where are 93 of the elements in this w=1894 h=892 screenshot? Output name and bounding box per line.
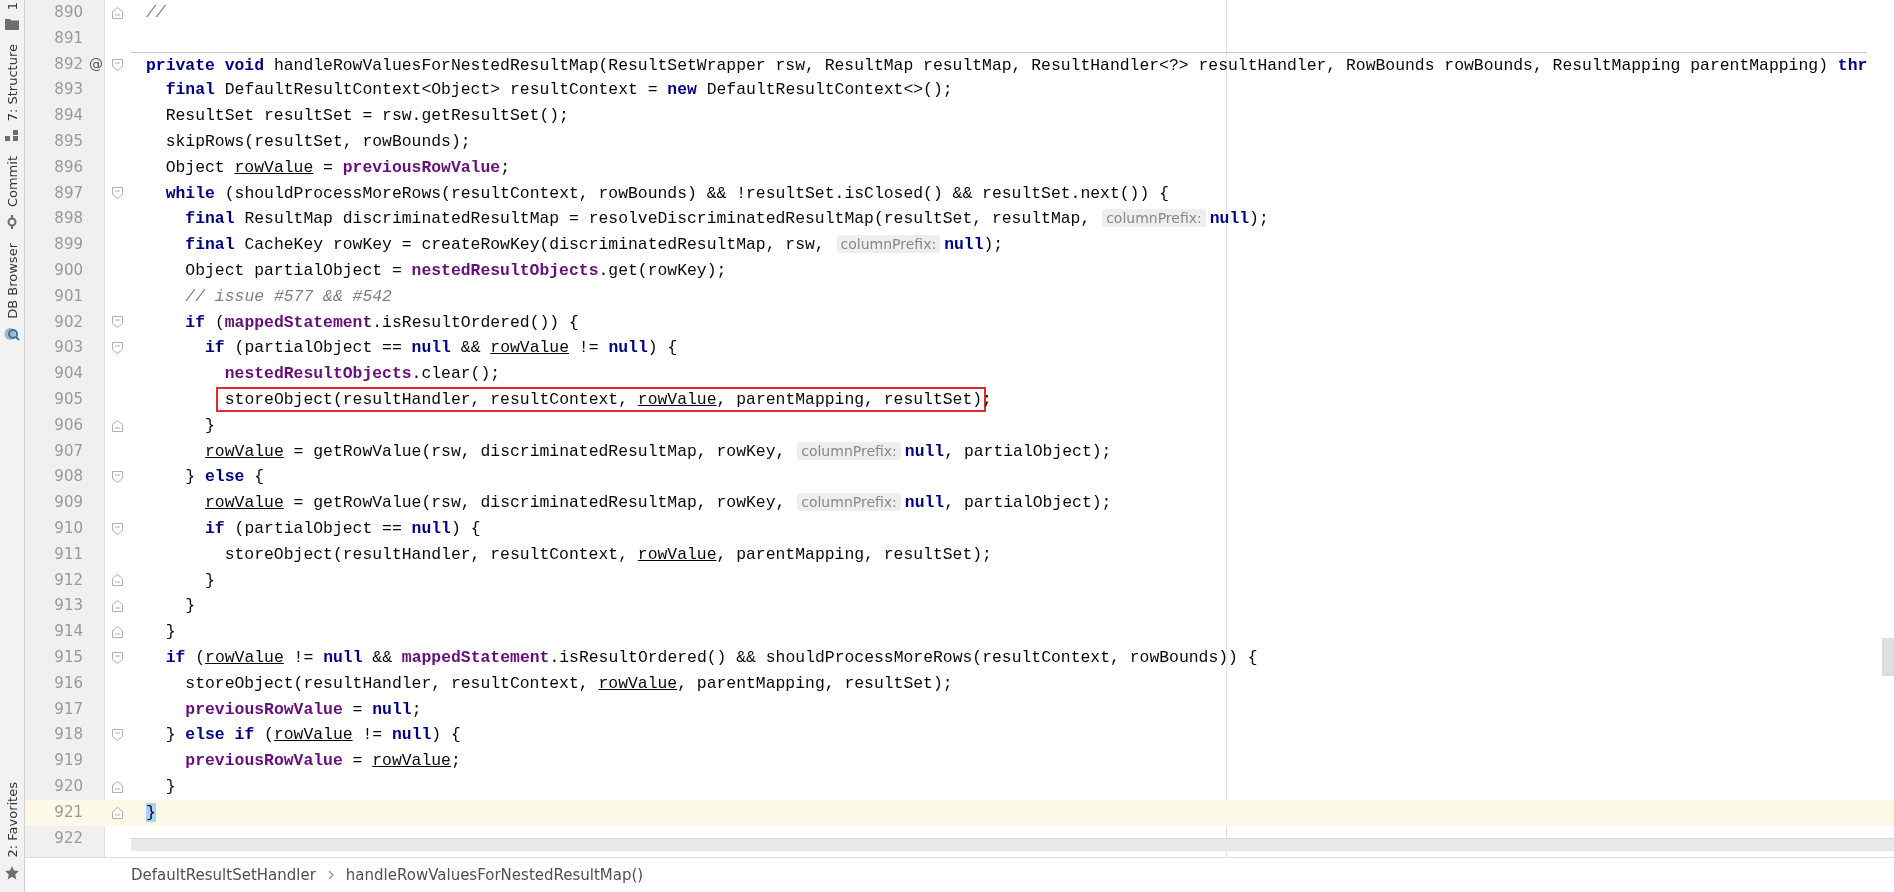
code-line: previousRowValue = rowValue;: [184, 750, 461, 773]
code-line: final ResultMap discriminatedResultMap = resolveDiscriminatedResultMap(resultSet, resultMap, columnPrefix: null);: [184, 208, 1269, 231]
code-line: Object rowValue = previousRowValue;: [164, 156, 510, 179]
code-line: } else {: [184, 466, 265, 489]
line-number: 911: [53, 543, 84, 565]
unfold-marker-icon[interactable]: [112, 6, 123, 19]
fold-marker-icon[interactable]: [112, 187, 123, 200]
code-line: previousRowValue = null;: [184, 698, 422, 721]
code-line: }: [204, 569, 215, 592]
line-number: 915: [53, 646, 84, 668]
code-line: rowValue = getRowValue(rsw, discriminatedResultMap, rowKey, columnPrefix: null, partialObject);: [204, 440, 1112, 463]
tool-window-button[interactable]: Commit: [1, 155, 23, 229]
line-number: 891: [53, 27, 84, 49]
line-number: 906: [53, 414, 84, 436]
code-line: skipRows(resultSet, rowBounds);: [164, 131, 471, 153]
line-number: 920: [53, 775, 84, 797]
breadcrumb-link[interactable]: handleRowValuesForNestedResultMap(): [345, 866, 644, 884]
line-number: 914: [53, 621, 84, 643]
line-number: 897: [53, 182, 84, 204]
folder-icon: [5, 18, 19, 31]
line-number: 910: [53, 517, 84, 539]
code-line: nestedResultObjects.clear();: [223, 363, 501, 386]
fold-marker-icon[interactable]: [112, 342, 123, 355]
line-number: 892: [53, 53, 84, 75]
line-number: 919: [53, 750, 84, 772]
code-line: storeObject(resultHandler, resultContext, rowValue, parentMapping, resultSet);: [223, 543, 992, 566]
code-line: } else if (rowValue != null) {: [164, 724, 461, 747]
code-line: if (mappedStatement.isResultOrdered()) {: [184, 311, 579, 334]
scrollbar-thumb[interactable]: [1882, 638, 1894, 676]
fold-marker-icon[interactable]: [112, 522, 123, 535]
unfold-marker-icon[interactable]: [112, 780, 123, 793]
unfold-marker-icon[interactable]: [112, 806, 123, 819]
line-number: 893: [53, 79, 84, 101]
breadcrumb-link[interactable]: DefaultResultSetHandler: [131, 866, 316, 884]
line-number: 890: [53, 2, 84, 23]
line-number: 900: [53, 259, 84, 281]
line-number: 922: [53, 827, 84, 849]
line-number: 903: [53, 337, 84, 359]
line-number: 913: [53, 595, 84, 617]
commit-icon: [5, 214, 19, 229]
line-number: 916: [53, 672, 84, 694]
line-number: 909: [53, 492, 84, 514]
chevron-icon: [327, 870, 334, 880]
line-number: 918: [53, 724, 84, 746]
gutter-marker[interactable]: @: [89, 55, 103, 72]
code-line: }: [204, 414, 215, 437]
fold-marker-icon[interactable]: [112, 316, 123, 329]
code-line: ResultSet resultSet = rsw.getResultSet();: [164, 105, 569, 128]
line-number: 904: [53, 363, 84, 385]
unfold-marker-icon[interactable]: [112, 419, 123, 432]
line-number: 917: [53, 698, 84, 720]
code-line: rowValue = getRowValue(rsw, discriminatedResultMap, rowKey, columnPrefix: null, partialObject);: [204, 492, 1112, 515]
horizontal-scrollbar[interactable]: [131, 838, 1894, 851]
line-number: 905: [53, 388, 84, 410]
star-icon: [5, 866, 19, 880]
fold-marker-icon[interactable]: [112, 471, 123, 484]
unfold-marker-icon[interactable]: [112, 574, 123, 587]
line-number: 901: [53, 285, 84, 307]
tool-window-button[interactable]: 2: Favorites: [1, 782, 23, 880]
fold-marker-icon[interactable]: [112, 729, 123, 742]
fold-marker-icon[interactable]: [112, 59, 123, 71]
code-line: final CacheKey rowKey = createRowKey(discriminatedResultMap, rsw, columnPrefix: null);: [184, 234, 1004, 257]
line-number: 908: [53, 466, 84, 488]
line-number: 896: [53, 156, 84, 178]
code-line: if (rowValue != null && mappedStatement.isResultOrdered() && shouldProcessMoreRows(resultContext, rowBounds)) {: [164, 646, 1258, 669]
code-line: if (partialObject == null) {: [204, 517, 481, 540]
code-line: storeObject(resultHandler, resultContext, rowValue, parentMapping, resultSet);: [184, 672, 953, 695]
code-line: Object partialObject = nestedResultObjects.get(rowKey);: [184, 259, 727, 282]
tool-window-button[interactable]: DB Browser: [1, 242, 23, 343]
code-line: }: [164, 621, 176, 644]
line-number: 898: [53, 208, 84, 230]
code-line: final DefaultResultContext<Object> resultContext = new DefaultResultContext<>();: [164, 79, 953, 102]
unfold-marker-icon[interactable]: [112, 626, 123, 638]
code-line: if (partialObject == null && rowValue != null) {: [204, 337, 678, 360]
line-number: 912: [53, 569, 84, 591]
fold-marker-icon[interactable]: [112, 651, 123, 664]
code-line: }: [164, 775, 176, 798]
code-line: //: [145, 2, 166, 24]
database-search-icon: [4, 326, 20, 343]
code-line: while (shouldProcessMoreRows(resultContext, rowBounds) && !resultSet.isClosed() && resultSet.next()) {: [164, 182, 1169, 205]
code-line: }: [184, 595, 196, 618]
tool-window-button[interactable]: 1: [1, 2, 23, 31]
tool-window-button[interactable]: 7: Structure: [1, 44, 23, 142]
line-number: 921: [53, 801, 84, 823]
line-number: 899: [53, 234, 84, 256]
code-line: private void handleRowValuesForNestedResultMap(ResultSetWrapper rsw, ResultMap resultMap, ResultHandler<?> resultHandler, RowBounds rowBounds, ResultMapping parentMapping) thr: [131, 51, 1868, 79]
structure-icon: [5, 129, 19, 142]
code-line: // issue #577 && #542: [184, 285, 392, 308]
unfold-marker-icon[interactable]: [112, 600, 123, 613]
line-number: 894: [53, 105, 84, 127]
line-number: 907: [53, 440, 84, 462]
line-number: 902: [53, 311, 84, 333]
line-number: 895: [53, 131, 84, 152]
